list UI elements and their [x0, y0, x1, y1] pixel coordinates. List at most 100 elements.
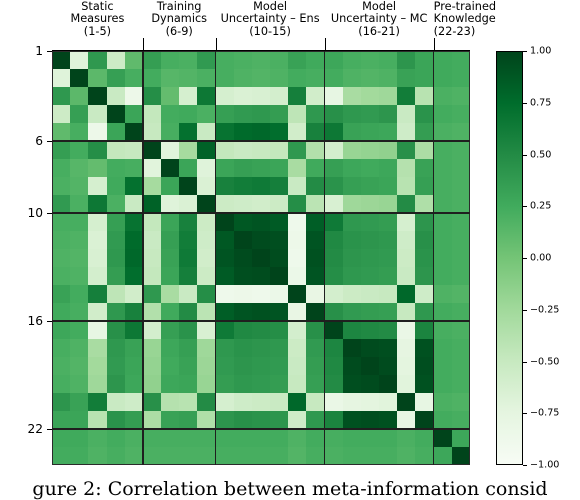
heatmap-cell	[397, 375, 416, 393]
heatmap-cell	[161, 87, 180, 105]
heatmap-cell	[124, 177, 143, 195]
heatmap-cell	[288, 411, 307, 429]
group-header-line: (22-23)	[433, 24, 476, 38]
heatmap-cell	[52, 123, 71, 141]
heatmap-cell	[397, 447, 416, 465]
heatmap-cell	[360, 393, 380, 411]
heatmap-cell	[215, 105, 234, 123]
heatmap-cell	[342, 303, 361, 321]
heatmap-cell	[324, 105, 343, 123]
heatmap-cell	[179, 105, 198, 123]
heatmap-cell	[451, 447, 470, 465]
heatmap-cell	[324, 321, 343, 339]
colorbar-tick-label: 1.00	[530, 45, 552, 57]
heatmap-cell	[52, 321, 71, 339]
heatmap-cell	[106, 123, 125, 141]
heatmap-cell	[360, 339, 380, 357]
heatmap-cell	[342, 177, 361, 195]
heatmap-cell	[52, 303, 71, 321]
heatmap-cell	[215, 303, 234, 321]
heatmap-cell	[397, 213, 416, 231]
heatmap-cell	[433, 159, 452, 177]
heatmap-cell	[197, 159, 216, 177]
heatmap-cell	[324, 195, 343, 213]
heatmap-cell	[433, 249, 452, 267]
heatmap-cell	[360, 357, 380, 375]
heatmap-cell	[161, 213, 180, 231]
heatmap-cell	[342, 339, 361, 357]
heatmap-cell	[233, 321, 252, 339]
heatmap-cell	[124, 393, 143, 411]
heatmap-cell	[52, 393, 71, 411]
heatmap-cell	[179, 123, 198, 141]
heatmap-cell	[179, 321, 198, 339]
heatmap-cell	[124, 249, 143, 267]
heatmap-cell	[324, 231, 343, 249]
heatmap-cell	[251, 123, 271, 141]
heatmap-cell	[360, 447, 380, 465]
heatmap-cell	[451, 141, 470, 159]
heatmap-cell	[397, 141, 416, 159]
heatmap-cell	[342, 429, 361, 447]
heatmap-cell	[270, 213, 289, 231]
heatmap-cell	[215, 213, 234, 231]
heatmap-cell	[215, 231, 234, 249]
colorbar-tick-mark	[523, 413, 527, 415]
heatmap-cell	[415, 375, 434, 393]
heatmap-cell	[215, 69, 234, 87]
heatmap-cell	[379, 195, 398, 213]
colorbar-tick-label: −1.00	[530, 459, 560, 471]
heatmap-cell	[397, 357, 416, 375]
heatmap-cell	[251, 267, 271, 285]
heatmap-cell	[233, 195, 252, 213]
heatmap-cell	[215, 393, 234, 411]
heatmap-cell	[397, 411, 416, 429]
correlation-heatmap[interactable]	[52, 51, 470, 465]
heatmap-cell	[324, 375, 343, 393]
heatmap-cell	[70, 393, 89, 411]
heatmap-cell	[451, 87, 470, 105]
heatmap-cell	[288, 51, 307, 69]
heatmap-cell	[288, 447, 307, 465]
heatmap-cell	[306, 87, 325, 105]
heatmap-cell	[197, 303, 216, 321]
heatmap-cell	[324, 51, 343, 69]
heatmap-cell	[433, 51, 452, 69]
heatmap-cell	[161, 267, 180, 285]
heatmap-cell	[397, 393, 416, 411]
heatmap-cell	[415, 141, 434, 159]
heatmap-cell	[324, 285, 343, 303]
heatmap-cell	[70, 339, 89, 357]
heatmap-cell	[288, 69, 307, 87]
heatmap-cell	[379, 267, 398, 285]
heatmap-cell	[270, 285, 289, 303]
heatmap-cell	[233, 105, 252, 123]
heatmap-cell	[233, 213, 252, 231]
colorbar-tick-mark	[523, 51, 527, 52]
heatmap-cell	[306, 375, 325, 393]
heatmap-cell	[342, 375, 361, 393]
colorbar-tick-mark	[523, 258, 527, 259]
heatmap-cell	[306, 411, 325, 429]
group-header-5: Pre-trained Knowledge (22-23)	[433, 0, 496, 38]
heatmap-cell	[251, 213, 271, 231]
heatmap-cell	[397, 195, 416, 213]
heatmap-cell	[360, 177, 380, 195]
heatmap-cell	[251, 429, 271, 447]
heatmap-cell	[397, 51, 416, 69]
heatmap-cell	[270, 231, 289, 249]
heatmap-cell	[288, 393, 307, 411]
heatmap-cell	[342, 141, 361, 159]
heatmap-cell	[342, 105, 361, 123]
heatmap-cell	[142, 105, 162, 123]
heatmap-cell	[233, 177, 252, 195]
heatmap-cell	[70, 321, 89, 339]
colorbar-tick-mark	[523, 465, 527, 466]
heatmap-cell	[215, 159, 234, 177]
heatmap-cell	[88, 177, 107, 195]
heatmap-cell	[270, 87, 289, 105]
heatmap-cell	[179, 339, 198, 357]
heatmap-cell	[451, 213, 470, 231]
heatmap-cell	[342, 195, 361, 213]
heatmap-cell	[124, 285, 143, 303]
